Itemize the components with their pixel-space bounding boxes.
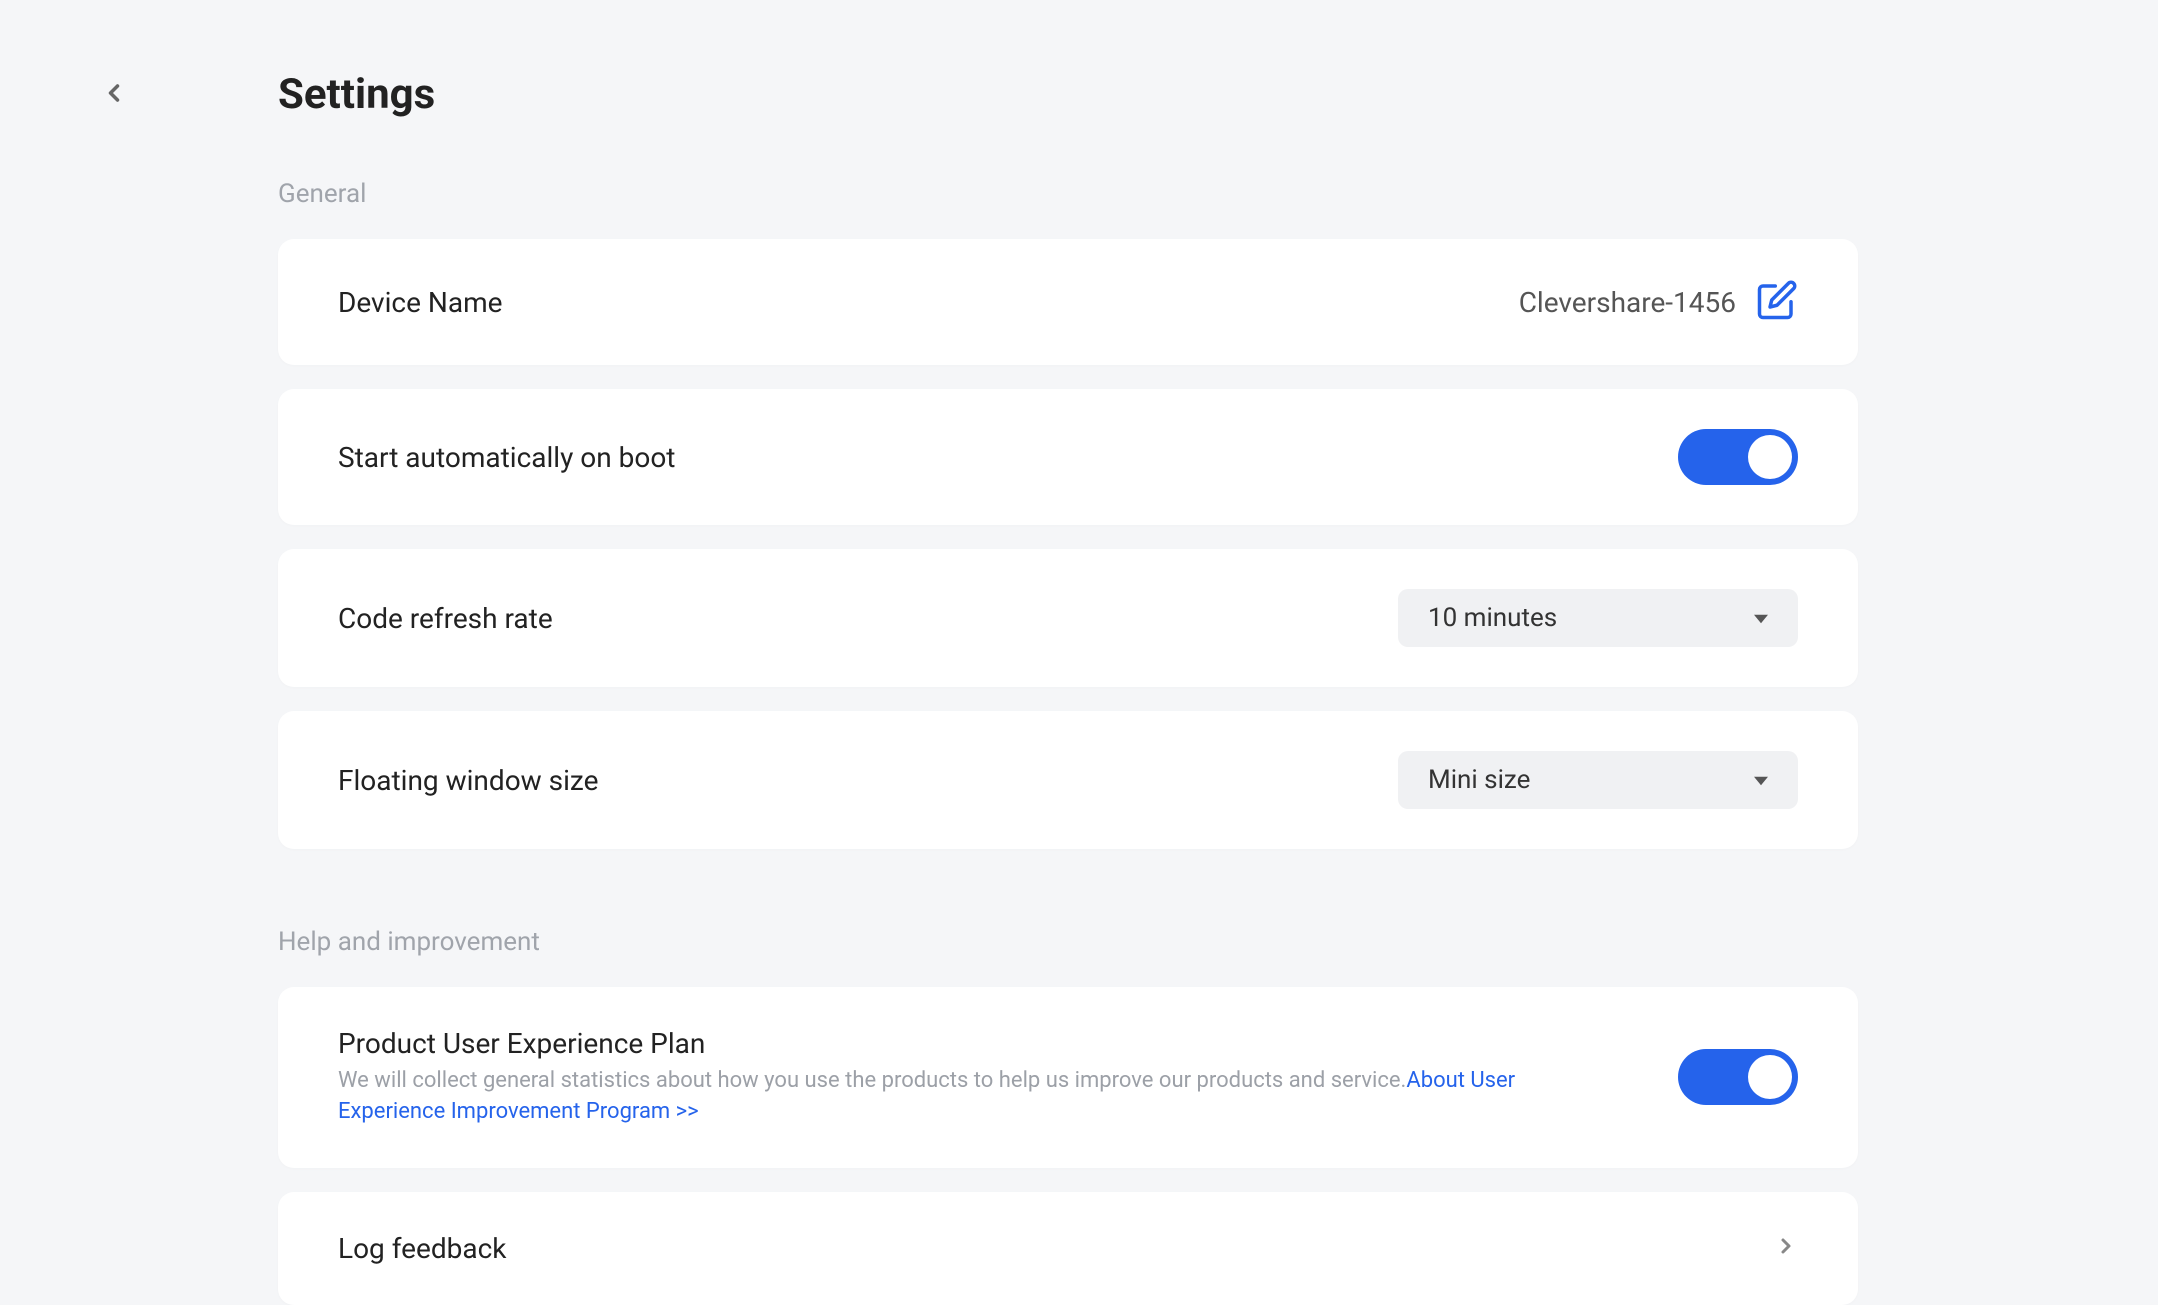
auto-start-label: Start automatically on boot — [338, 441, 1678, 474]
floating-window-dropdown[interactable]: Mini size — [1398, 751, 1798, 809]
setting-row-code-refresh: Code refresh rate 10 minutes — [278, 549, 1858, 687]
setting-row-device-name: Device Name Clevershare-1456 — [278, 239, 1858, 365]
toggle-knob — [1748, 435, 1792, 479]
code-refresh-value: 10 minutes — [1428, 603, 1557, 633]
toggle-knob — [1748, 1055, 1792, 1099]
ux-plan-label: Product User Experience Plan — [338, 1027, 1678, 1060]
caret-down-icon — [1754, 771, 1768, 790]
setting-row-log-feedback[interactable]: Log feedback — [278, 1192, 1858, 1305]
ux-plan-description-text: We will collect general statistics about… — [338, 1068, 1406, 1093]
chevron-left-icon — [100, 79, 128, 107]
floating-window-label: Floating window size — [338, 764, 1398, 797]
code-refresh-label: Code refresh rate — [338, 602, 1398, 635]
edit-device-name-button[interactable] — [1756, 279, 1798, 325]
auto-start-toggle[interactable] — [1678, 429, 1798, 485]
page-title: Settings — [278, 70, 435, 119]
ux-plan-toggle[interactable] — [1678, 1049, 1798, 1105]
ux-plan-description: We will collect general statistics about… — [338, 1066, 1618, 1128]
device-name-value: Clevershare-1456 — [1519, 286, 1736, 319]
setting-row-ux-plan: Product User Experience Plan We will col… — [278, 987, 1858, 1168]
edit-icon — [1756, 279, 1798, 321]
section-label-general: General — [278, 179, 1858, 209]
section-label-help: Help and improvement — [278, 927, 1858, 957]
code-refresh-dropdown[interactable]: 10 minutes — [1398, 589, 1798, 647]
log-feedback-label: Log feedback — [338, 1232, 1774, 1265]
device-name-label: Device Name — [338, 286, 1519, 319]
floating-window-value: Mini size — [1428, 765, 1530, 795]
caret-down-icon — [1754, 609, 1768, 628]
back-button[interactable] — [100, 79, 128, 111]
chevron-right-icon — [1774, 1234, 1798, 1262]
setting-row-floating-window: Floating window size Mini size — [278, 711, 1858, 849]
setting-row-auto-start: Start automatically on boot — [278, 389, 1858, 525]
